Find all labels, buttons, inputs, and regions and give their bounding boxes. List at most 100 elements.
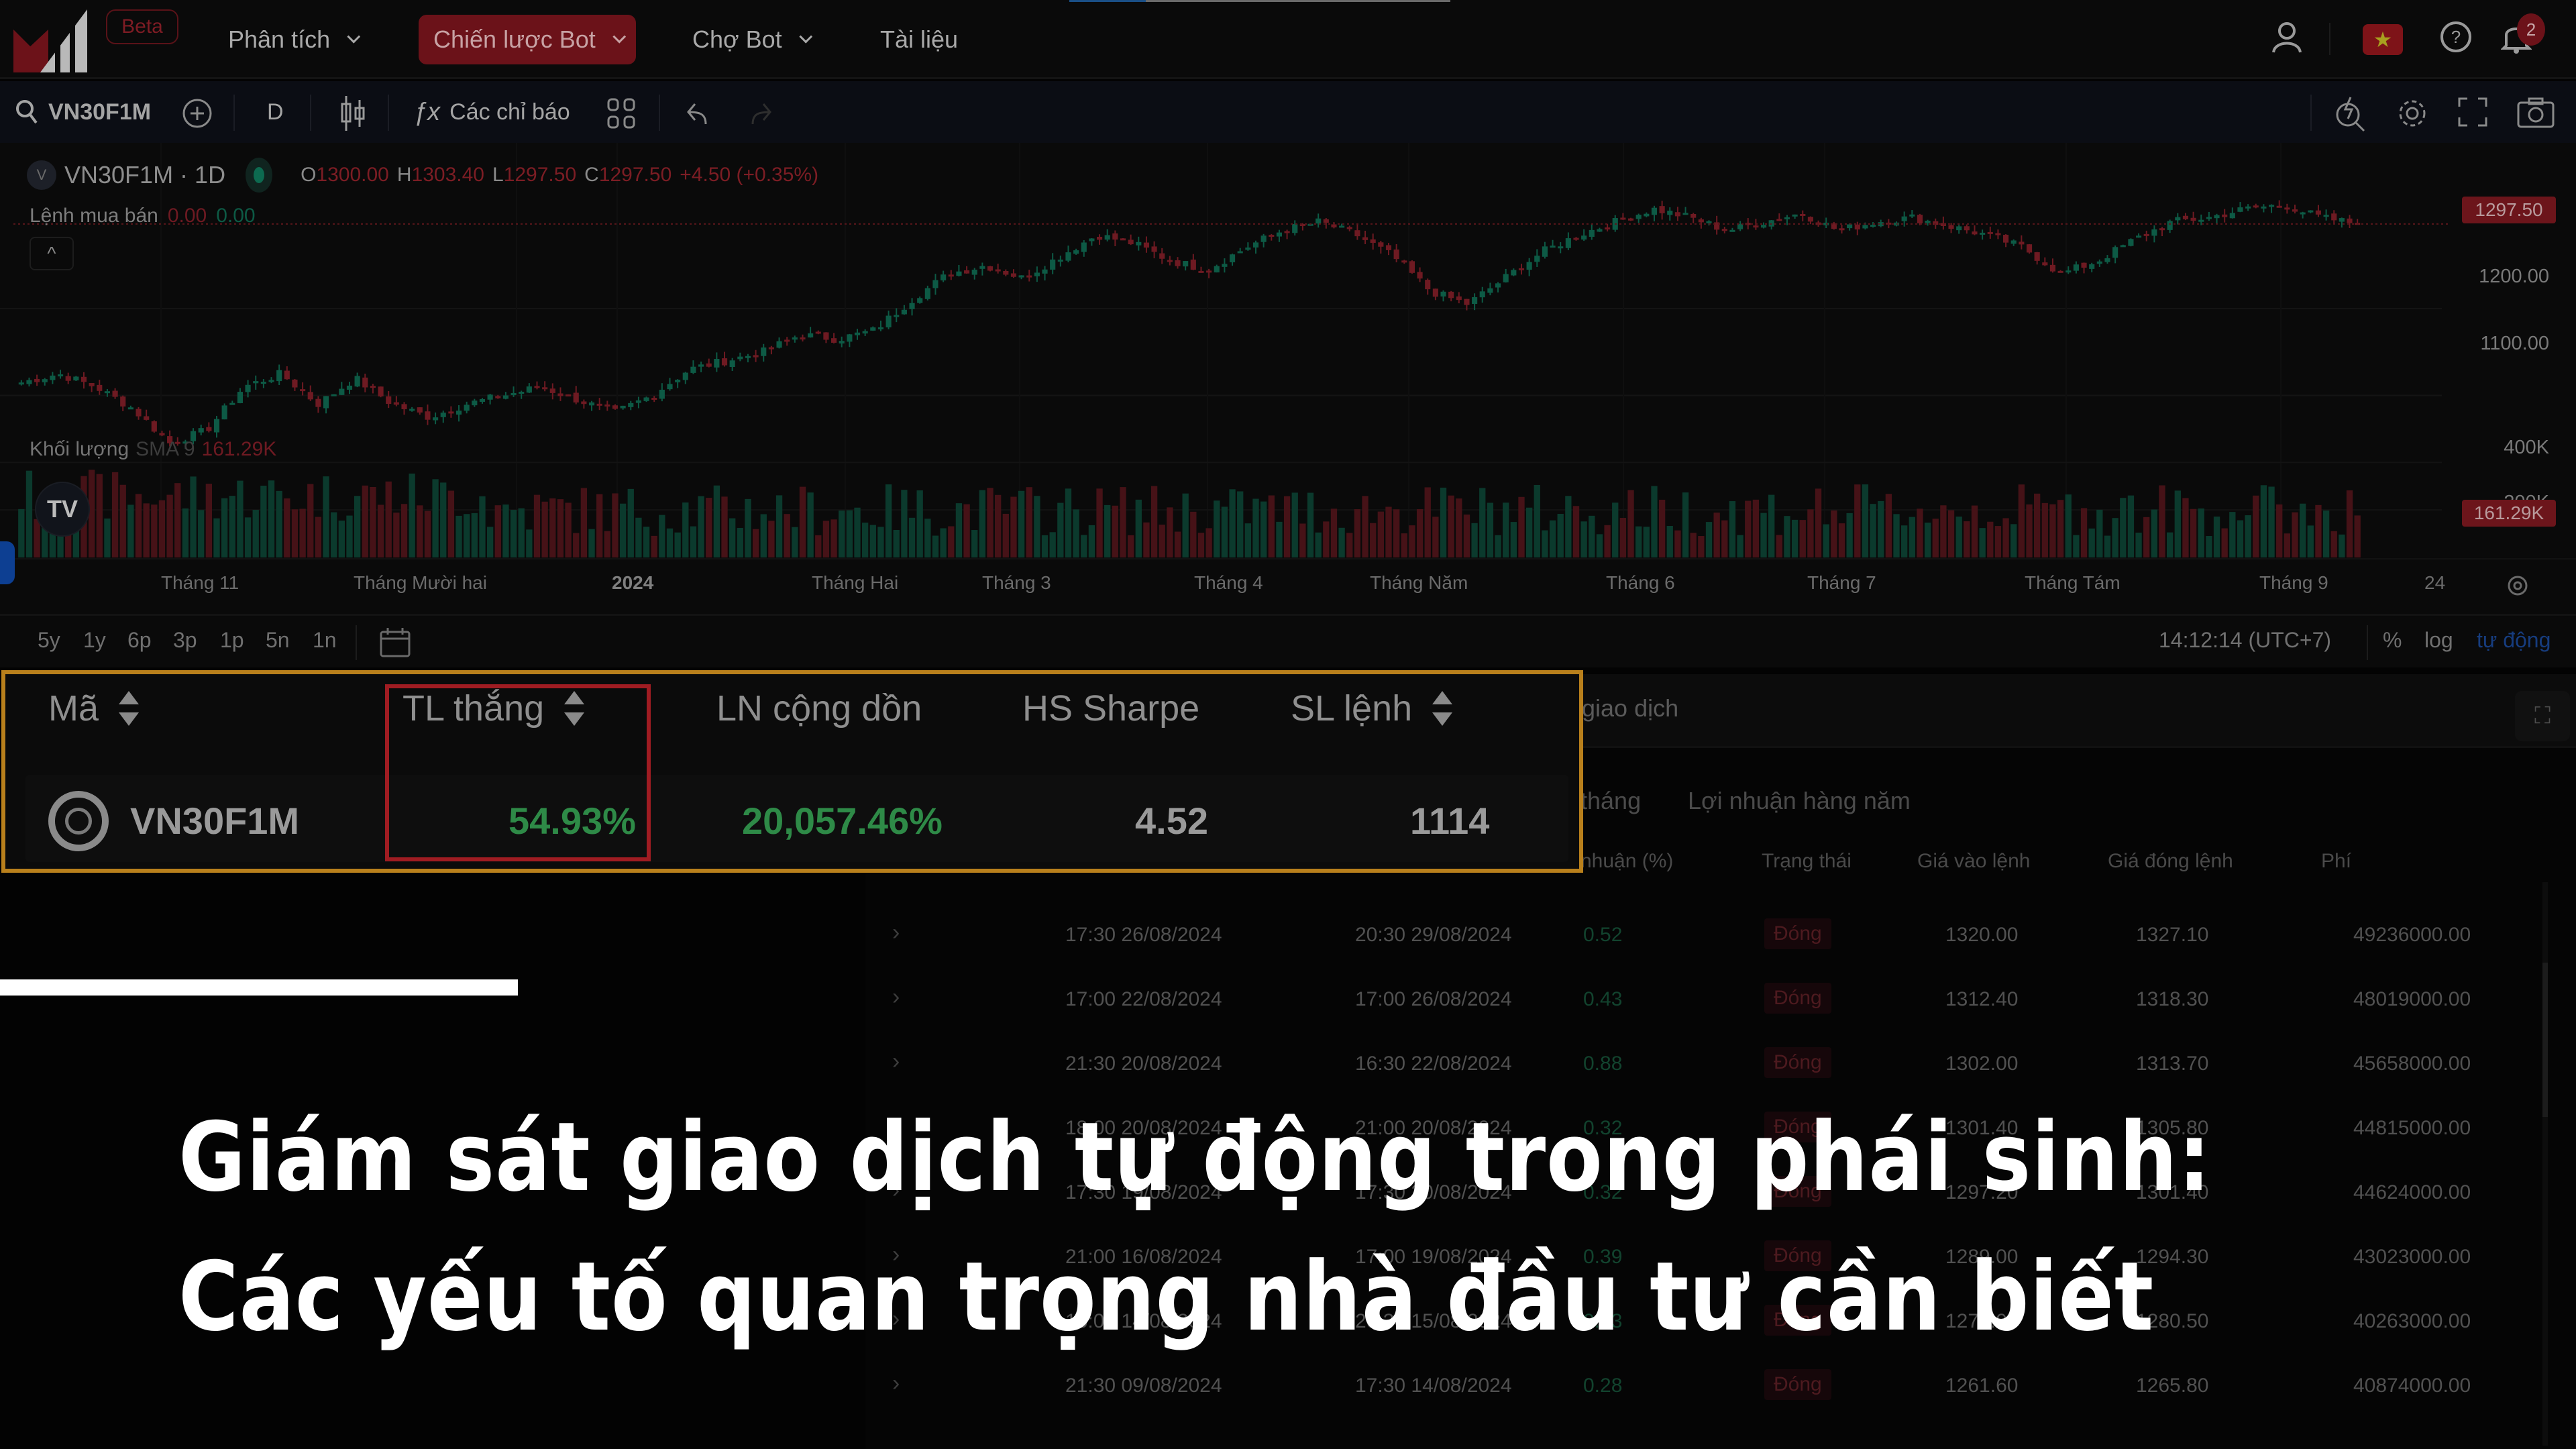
redo-icon[interactable] — [746, 101, 773, 125]
tradingview-logo[interactable]: TV — [35, 482, 90, 537]
collapse-legend-button[interactable]: ^ — [30, 237, 74, 270]
calendar-icon[interactable] — [378, 627, 412, 659]
candle-body — [1183, 261, 1189, 267]
help-icon[interactable]: ? — [2439, 20, 2473, 54]
symbol-search-button[interactable]: VN30F1M — [15, 81, 151, 143]
range-1d[interactable]: 1n — [313, 628, 337, 653]
volume-bar — [2159, 485, 2165, 557]
trade-row[interactable]: › 17:00 22/08/2024 17:00 26/08/2024 0.43 Đón… — [892, 967, 2556, 1031]
candle-body — [1956, 226, 1962, 231]
volume-bar — [182, 508, 189, 557]
chevron-down-icon — [612, 30, 626, 44]
candle-body — [2104, 258, 2110, 262]
layouts-icon[interactable] — [606, 97, 636, 129]
trade-status: Đóng — [1764, 983, 1831, 1014]
volume-bar — [1338, 527, 1345, 557]
candle-style-icon[interactable] — [339, 95, 366, 132]
volume-bar — [2174, 490, 2181, 557]
volume-bar — [1737, 535, 1743, 557]
range-1y[interactable]: 1y — [83, 628, 106, 653]
candle-body — [2049, 264, 2056, 272]
tab-monthly[interactable]: tháng — [1580, 787, 1641, 815]
candle-body — [932, 280, 938, 288]
nav-item-docs[interactable]: Tài liệu — [865, 15, 973, 64]
volume-bar — [1150, 486, 1158, 557]
expand-row-chevron-icon[interactable]: › — [892, 984, 900, 1010]
candle-body — [2089, 264, 2095, 269]
log-scale-toggle[interactable]: log — [2424, 628, 2453, 653]
nav-item-bot-strategy[interactable]: Chiến lược Bot — [419, 15, 636, 64]
brand-logo-icon[interactable] — [13, 9, 94, 72]
trade-row[interactable]: › 21:30 20/08/2024 16:30 22/08/2024 0.88 Đón… — [892, 1031, 2556, 1095]
column-header-order-count[interactable]: SL lệnh — [1291, 688, 1453, 729]
range-5y[interactable]: 5y — [38, 628, 60, 653]
volume-bar — [1713, 513, 1720, 557]
volume-bar — [2276, 504, 2283, 557]
percent-scale-toggle[interactable]: % — [2383, 628, 2402, 653]
trade-open: 21:30 20/08/2024 — [1065, 1053, 1222, 1075]
camera-icon[interactable] — [2517, 97, 2555, 128]
interval-button[interactable]: D — [267, 81, 284, 143]
volume-bar — [1260, 501, 1267, 557]
cumulative-profit-value: 20,057.46% — [742, 800, 943, 842]
user-icon[interactable] — [2271, 20, 2302, 54]
vietnam-flag-icon[interactable]: ★ — [2363, 24, 2403, 55]
candle-body — [877, 327, 884, 329]
candle-body — [1260, 235, 1267, 242]
volume-bar — [1190, 511, 1197, 557]
volume-bar — [1221, 506, 1228, 557]
indicators-button[interactable]: ƒx Các chỉ báo — [413, 81, 570, 143]
column-header-symbol[interactable]: Mã — [48, 688, 140, 729]
scrollbar-thumb[interactable] — [2542, 963, 2548, 1117]
trade-entry: 1312.40 — [1945, 988, 2019, 1010]
scroll-left-handle[interactable] — [0, 541, 15, 584]
candle-body — [1526, 262, 1532, 270]
volume-bar — [573, 533, 580, 557]
add-symbol-icon[interactable] — [181, 97, 213, 129]
candle-body — [995, 269, 1001, 272]
range-3m[interactable]: 3p — [173, 628, 197, 653]
axis-settings-icon[interactable] — [2506, 572, 2529, 599]
fullscreen-icon[interactable] — [2458, 97, 2487, 127]
trade-entry: 1302.00 — [1945, 1053, 2019, 1075]
volume-bar — [565, 502, 572, 557]
time-axis-label: Tháng Hai — [812, 572, 899, 593]
undo-icon[interactable] — [686, 101, 712, 125]
candle-body — [1589, 229, 1595, 237]
tab-annual-profit[interactable]: Lợi nhuận hàng năm — [1688, 787, 1911, 815]
trade-row[interactable]: › 17:30 26/08/2024 20:30 29/08/2024 0.52 Đón… — [892, 902, 2556, 967]
volume-bar — [2026, 504, 2033, 557]
sort-icon[interactable] — [119, 691, 140, 726]
candle-body — [346, 385, 353, 390]
range-6m[interactable]: 6p — [127, 628, 152, 653]
expand-row-chevron-icon[interactable]: › — [892, 1049, 900, 1075]
nav-item-bot-market[interactable]: Chợ Bot — [678, 15, 822, 64]
volume-bar — [1534, 484, 1540, 557]
time-axis-label: Tháng Tám — [2025, 572, 2121, 593]
candlestick-chart-canvas[interactable] — [0, 143, 2576, 614]
candle-body — [1753, 225, 1759, 228]
settings-icon[interactable] — [2395, 96, 2430, 131]
volume-bar — [331, 512, 337, 557]
table-row[interactable]: VN30F1M 54.93% 20,057.46% 4.52 1114 — [25, 775, 1568, 862]
expand-row-chevron-icon[interactable]: › — [892, 920, 900, 946]
volume-bar — [674, 532, 681, 557]
volume-bar — [1565, 496, 1572, 557]
volume-bar — [2002, 518, 2009, 557]
range-5d[interactable]: 5n — [266, 628, 290, 653]
volume-bar — [682, 502, 689, 557]
quick-search-icon[interactable] — [2333, 95, 2368, 132]
expand-panel-button[interactable]: ⛶ — [2515, 691, 2570, 741]
candle-body — [941, 274, 947, 280]
candle-body — [50, 375, 56, 380]
auto-scale-toggle[interactable]: tự động — [2477, 628, 2551, 653]
volume-bar — [557, 499, 564, 557]
volume-bar — [479, 496, 486, 557]
nav-item-analysis[interactable]: Phân tích — [213, 15, 370, 64]
price-chart[interactable]: V VN30F1M · 1D O 1300.00 H 1303.40 L 1297.5… — [0, 143, 2576, 614]
volume-bar — [877, 527, 884, 557]
expand-row-chevron-icon[interactable]: › — [892, 1371, 900, 1397]
scrollbar[interactable] — [2542, 882, 2548, 1446]
range-1m[interactable]: 1p — [220, 628, 244, 653]
sort-icon[interactable] — [1432, 691, 1453, 726]
